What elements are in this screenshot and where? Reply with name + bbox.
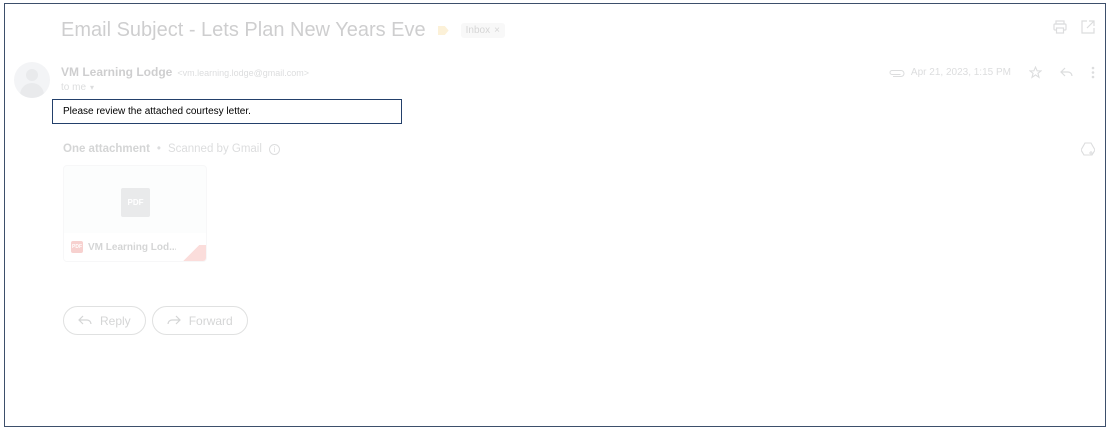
message-meta: Apr 21, 2023, 1:15 PM xyxy=(889,66,1095,79)
forward-icon xyxy=(167,315,181,325)
sender-email: <vm.learning.lodge@gmail.com> xyxy=(177,68,310,78)
attachment-card[interactable]: PDF PDF VM Learning Lod... xyxy=(63,165,207,262)
recipients-text: to me xyxy=(61,82,87,93)
open-in-new-window-icon[interactable] xyxy=(1081,20,1095,34)
sender-name[interactable]: VM Learning Lodge xyxy=(61,65,172,79)
email-subject: Email Subject - Lets Plan New Years Eve xyxy=(61,19,426,41)
inbox-label-text: Inbox xyxy=(465,25,491,36)
attachments-header: One attachment • Scanned by Gmail i xyxy=(63,143,280,155)
more-vert-icon[interactable] xyxy=(1091,66,1095,79)
star-icon[interactable] xyxy=(1029,66,1042,79)
avatar-body xyxy=(20,83,44,98)
date-group: Apr 21, 2023, 1:15 PM xyxy=(889,67,1011,78)
attachment-file-name: VM Learning Lod... xyxy=(88,241,178,253)
message-date: Apr 21, 2023, 1:15 PM xyxy=(910,67,1011,78)
inbox-label-chip[interactable]: Inbox × xyxy=(460,23,505,38)
pdf-icon: PDF xyxy=(121,188,150,217)
sender-avatar[interactable] xyxy=(14,62,50,98)
info-icon[interactable]: i xyxy=(268,143,280,155)
sender-row: VM Learning Lodge <vm.learning.lodge@gma… xyxy=(61,65,309,79)
subject-row: Email Subject - Lets Plan New Years Eve … xyxy=(61,19,505,42)
attachment-clip-icon xyxy=(889,69,905,77)
forward-button[interactable]: Forward xyxy=(151,306,248,335)
reply-actions: Reply Forward xyxy=(63,306,248,335)
remove-label-icon[interactable]: × xyxy=(494,25,500,36)
email-body-highlight: Please review the attached courtesy lett… xyxy=(52,99,402,124)
thread-toolbar xyxy=(1053,20,1095,34)
email-view: Email Subject - Lets Plan New Years Eve … xyxy=(4,3,1106,427)
page-fold-decoration xyxy=(176,245,206,261)
add-to-drive-icon[interactable] xyxy=(1081,142,1095,156)
recipients-row[interactable]: to me ▾ xyxy=(61,82,94,93)
attachments-separator: • xyxy=(156,143,161,155)
reply-icon xyxy=(78,315,92,325)
reply-icon[interactable] xyxy=(1060,67,1073,78)
show-details-chevron-icon[interactable]: ▾ xyxy=(90,83,94,92)
reply-label: Reply xyxy=(100,313,131,328)
pdf-icon: PDF xyxy=(71,241,83,253)
attachments-count: One attachment xyxy=(63,143,150,155)
forward-label: Forward xyxy=(188,313,233,328)
reply-button[interactable]: Reply xyxy=(63,306,146,335)
label-icon[interactable] xyxy=(437,26,449,35)
scanned-by-gmail: Scanned by Gmail xyxy=(167,143,262,155)
avatar-head xyxy=(26,69,38,81)
email-body-text: Please review the attached courtesy lett… xyxy=(63,106,251,117)
print-icon[interactable] xyxy=(1053,20,1067,34)
